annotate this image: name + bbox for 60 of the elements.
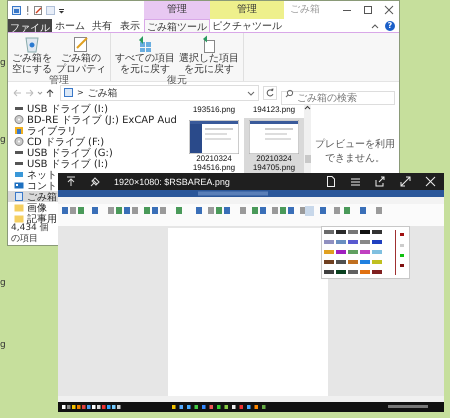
ribbon-group-label: 管理 bbox=[49, 75, 69, 86]
control-panel-icon bbox=[14, 181, 24, 190]
help-button[interactable]: ? bbox=[385, 20, 395, 30]
desktop-icon-label: g bbox=[0, 278, 6, 288]
nav-item[interactable]: USB ドライブ (I:) bbox=[8, 158, 110, 169]
preview-message: プレビューを利用できません。 bbox=[315, 138, 395, 165]
desktop-icon-label: g bbox=[0, 340, 6, 350]
address-bar[interactable]: > ごみ箱 bbox=[60, 84, 259, 100]
file-item[interactable]: 20210324 194705.png bbox=[244, 118, 304, 174]
pin-top-icon[interactable] bbox=[66, 176, 76, 187]
navigation-arrows-icon[interactable] bbox=[12, 88, 56, 98]
ribbon-button[interactable]: ごみ箱を 空にする bbox=[10, 35, 54, 75]
search-icon bbox=[285, 88, 294, 98]
rename-icon[interactable] bbox=[34, 6, 43, 14]
nav-item[interactable]: 記事用 bbox=[8, 213, 59, 224]
scrollbar-thumb[interactable] bbox=[304, 155, 310, 163]
collapse-icon[interactable] bbox=[371, 22, 379, 30]
nav-item[interactable]: コント bbox=[8, 180, 59, 191]
refresh-button[interactable] bbox=[263, 86, 277, 100]
document-icon[interactable] bbox=[326, 176, 336, 187]
ribbon-button[interactable]: 選択した項目 を元に戻す bbox=[177, 35, 241, 75]
nav-item[interactable]: ごみ箱 bbox=[8, 191, 59, 202]
restore-icon bbox=[201, 35, 217, 53]
ribbon-button[interactable]: ごみ箱の プロパティ bbox=[54, 35, 108, 75]
nav-item[interactable]: USB ドライブ (I:) bbox=[8, 103, 110, 114]
status-text: 4,434 個の項目 bbox=[10, 223, 49, 245]
desktop-icon-label: g bbox=[0, 58, 6, 68]
nav-item[interactable]: 画像 bbox=[8, 202, 49, 213]
expand-icon[interactable] bbox=[400, 176, 411, 187]
maximize-button[interactable] bbox=[362, 5, 374, 15]
ribbon-button[interactable]: すべての項目 を元に戻す bbox=[113, 35, 177, 75]
share-icon[interactable] bbox=[375, 176, 386, 187]
disc-icon bbox=[14, 137, 24, 146]
close-button[interactable] bbox=[383, 5, 395, 15]
nav-item[interactable]: ライブラリ bbox=[8, 125, 79, 136]
viewer-title: 1920×1080: $RSBAREA.png bbox=[114, 176, 230, 186]
ribbon-group-label: 復元 bbox=[167, 75, 187, 86]
file-item[interactable]: 193516.png bbox=[184, 103, 244, 116]
dropdown-icon[interactable] bbox=[247, 88, 255, 96]
context-tab-header: 管理 bbox=[210, 1, 284, 19]
ribbon-tab[interactable]: ファイル bbox=[8, 19, 52, 32]
list-icon[interactable] bbox=[350, 176, 361, 186]
nav-item[interactable]: USB ドライブ (G:) bbox=[8, 147, 115, 158]
restore-icon bbox=[137, 35, 153, 53]
desktop-icon-label: g bbox=[0, 135, 6, 145]
nav-item[interactable]: BD-RE ドライブ (J:) ExCAP Aud bbox=[8, 114, 179, 125]
properties-icon[interactable] bbox=[12, 6, 21, 14]
file-item[interactable]: 194123.png bbox=[244, 103, 304, 116]
scroll-up-icon[interactable] bbox=[304, 105, 311, 111]
nav-item[interactable]: ネット bbox=[8, 169, 59, 180]
search-field[interactable]: ごみ箱の検索 bbox=[281, 91, 395, 105]
pencil-icon bbox=[73, 35, 89, 53]
context-tab-header: 管理 bbox=[144, 1, 210, 19]
ribbon-tab[interactable]: ごみ箱ツール bbox=[144, 19, 210, 32]
disc-icon bbox=[14, 115, 24, 124]
window-title: ごみ箱 bbox=[289, 3, 320, 17]
drive-icon bbox=[14, 104, 24, 113]
library-icon bbox=[14, 126, 24, 135]
nav-item[interactable]: CD ドライブ (F:) bbox=[8, 136, 106, 147]
pin-icon[interactable] bbox=[90, 176, 100, 186]
